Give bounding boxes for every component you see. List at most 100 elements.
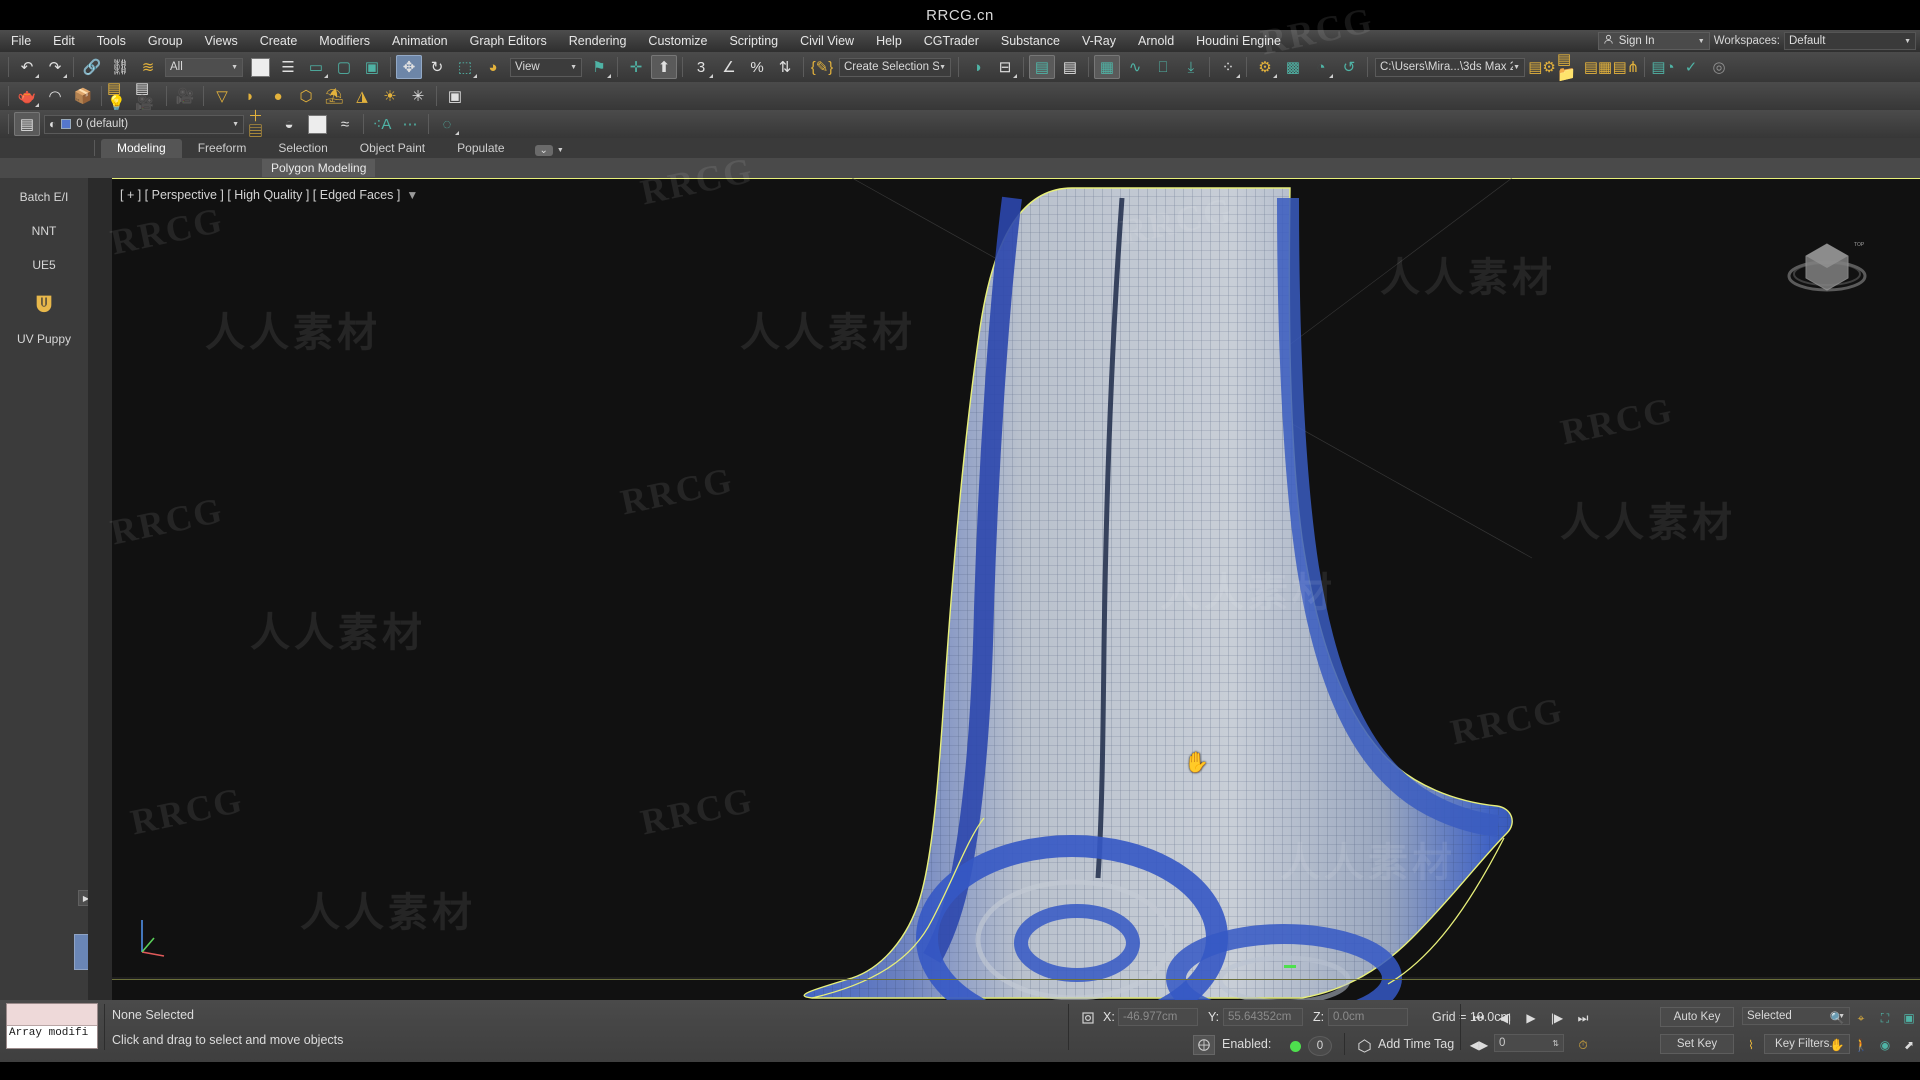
select-and-link-icon[interactable]: 🔗 [79, 55, 105, 79]
autodesk-app-store-icon[interactable]: ◎ [1706, 55, 1732, 79]
menu-item-rendering[interactable]: Rendering [558, 30, 638, 52]
rectangular-selection-region-icon[interactable]: ▭ [303, 55, 329, 79]
validate-scene-icon[interactable]: ✓ [1678, 55, 1704, 79]
ribbon-tab-object-paint[interactable]: Object Paint [344, 139, 441, 158]
zoom-all-icon[interactable]: ⌖ [1850, 1007, 1872, 1029]
prev-frame-icon[interactable]: ◀| [1494, 1007, 1516, 1029]
select-and-move-icon[interactable]: ✥ [396, 55, 422, 79]
key-filters-toggle-icon[interactable]: ⌇ [1740, 1034, 1762, 1056]
toggle-scene-explorer-icon[interactable]: ▤ [1029, 55, 1055, 79]
mushroom-light-icon[interactable]: ⛱ [321, 84, 347, 108]
chevron-down-icon[interactable]: ▼ [231, 64, 238, 71]
chevron-down-icon[interactable]: ▼ [1513, 64, 1520, 71]
particle-view-icon[interactable]: ⁘ [1215, 55, 1241, 79]
container-icon[interactable]: ▤▦ [1584, 55, 1612, 79]
script-listener-output[interactable] [7, 1004, 97, 1026]
select-object-icon[interactable] [247, 55, 273, 79]
filter-funnel-icon[interactable]: ▼ [406, 188, 418, 202]
toggle-layer-explorer-icon[interactable]: ▤ [1057, 55, 1083, 79]
layer-dropdown[interactable]: ◐ 0 (default) ▼ [44, 114, 244, 134]
zoom-icon[interactable]: 🔍 [1826, 1007, 1848, 1029]
menu-item-vray[interactable]: V-Ray [1071, 30, 1127, 52]
add-to-layer-icon[interactable]: ＋▤ [248, 109, 274, 139]
angle-snap-toggle-icon[interactable]: ∠ [716, 55, 742, 79]
menu-item-graph-editors[interactable]: Graph Editors [459, 30, 558, 52]
set-current-layer-icon[interactable]: ◒ [276, 112, 302, 136]
key-mode-toggle-icon[interactable]: ◀▶ [1468, 1034, 1490, 1056]
toggle-ribbon-icon[interactable]: ▦ [1094, 55, 1120, 79]
select-by-name-icon[interactable]: ☰ [275, 55, 301, 79]
coord-x-field[interactable]: -46.977cm [1118, 1008, 1198, 1026]
viewport-perspective[interactable]: [ + ] [ Perspective ] [ High Quality ] [… [112, 178, 1920, 1000]
menu-item-edit[interactable]: Edit [42, 30, 86, 52]
script-listener[interactable]: Array modifi [6, 1003, 98, 1049]
menu-item-cgtrader[interactable]: CGTrader [913, 30, 990, 52]
ribbon-tab-freeform[interactable]: Freeform [182, 139, 263, 158]
misc-tool-icon[interactable]: ▣ [442, 84, 468, 108]
crossing-selection-icon[interactable]: ▣ [359, 55, 385, 79]
menu-item-arnold[interactable]: Arnold [1127, 30, 1185, 52]
snapshot-icon[interactable]: ⋯ [397, 112, 423, 136]
hat-light-icon[interactable]: ◮ [349, 84, 375, 108]
snaps-toggle-icon[interactable]: 3 [688, 55, 714, 79]
sidebar-item-ue5[interactable]: UE5 [32, 258, 55, 272]
set-key-button[interactable]: Set Key [1660, 1034, 1734, 1054]
uv-puppy-icon[interactable] [33, 292, 55, 314]
open-container-folder-icon[interactable]: ▤📁 [1557, 52, 1583, 82]
menu-item-houdini-engine[interactable]: Houdini Engine [1185, 30, 1292, 52]
window-crossing-toggle-icon[interactable]: ▢ [331, 55, 357, 79]
menu-item-create[interactable]: Create [249, 30, 309, 52]
curve-editor-icon[interactable]: ∿ [1122, 55, 1148, 79]
array-icon[interactable]: ⁖A [369, 112, 395, 136]
camera-list-icon[interactable]: ▤🎥 [135, 81, 161, 111]
percent-snap-toggle-icon[interactable]: % [744, 55, 770, 79]
viewport-label[interactable]: [ + ] [ Perspective ] [ High Quality ] [… [120, 188, 418, 202]
menu-item-scripting[interactable]: Scripting [718, 30, 789, 52]
save-state-icon[interactable]: ▤⚙ [1528, 55, 1556, 79]
container-rules-icon[interactable]: ▤⋔ [1613, 55, 1640, 79]
chevron-down-icon[interactable]: ▼ [1904, 38, 1911, 45]
sidebar-item-uv-puppy[interactable]: UV Puppy [17, 332, 71, 346]
teapot-icon[interactable]: 🫖 [14, 84, 40, 108]
spacing-tool-icon[interactable]: ◌ [434, 112, 460, 136]
menu-item-customize[interactable]: Customize [637, 30, 718, 52]
named-selection-set-dropdown[interactable]: Create Selection Se ▼ [839, 57, 951, 77]
sun-icon[interactable]: ☀ [377, 84, 403, 108]
spinner-snap-toggle-icon[interactable]: ⇅ [772, 55, 798, 79]
ribbon-overflow-icon[interactable]: ⌄ [534, 145, 553, 156]
box-package-icon[interactable]: 📦 [70, 84, 96, 108]
zoom-region-icon[interactable]: ▣ [1898, 1007, 1920, 1029]
edit-named-selection-sets-icon[interactable]: {✎} [809, 55, 835, 79]
menu-item-help[interactable]: Help [865, 30, 913, 52]
isolate-count-badge[interactable]: 0 [1308, 1036, 1332, 1056]
spinner-icon[interactable]: ⇅ [1552, 1039, 1559, 1048]
arc-icon[interactable]: ◠ [42, 84, 68, 108]
ribbon-tab-populate[interactable]: Populate [441, 139, 520, 158]
project-path-dropdown[interactable]: C:\Users\Mira...\3ds Max 2024 ▼ [1375, 57, 1525, 77]
chevron-down-icon[interactable]: ▼ [570, 64, 577, 71]
dope-sheet-icon[interactable]: ⤓ [1178, 55, 1204, 79]
select-and-rotate-icon[interactable]: ↻ [424, 55, 450, 79]
select-and-manipulate-icon[interactable]: ✛ [623, 55, 649, 79]
chevron-down-icon[interactable]: ▼ [1698, 38, 1705, 45]
transform-lock-icon[interactable] [1078, 1009, 1098, 1027]
menu-item-views[interactable]: Views [194, 30, 249, 52]
walkthrough-icon[interactable]: 🚶 [1850, 1034, 1872, 1056]
schematic-view-icon[interactable]: ⎕ [1150, 55, 1176, 79]
rendered-frame-window-icon[interactable]: ▩ [1280, 55, 1306, 79]
ribbon-tab-modeling[interactable]: Modeling [101, 139, 182, 158]
script-listener-input[interactable]: Array modifi [7, 1025, 97, 1048]
camera-icon[interactable]: 🎥 [172, 84, 198, 108]
reference-coordinate-system-dropdown[interactable]: View ▼ [510, 57, 582, 77]
geosphere-icon[interactable]: ⬡ [293, 84, 319, 108]
render-iterative-icon[interactable]: ↺ [1336, 55, 1362, 79]
sphere-icon[interactable]: ● [265, 84, 291, 108]
menu-item-file[interactable]: File [0, 30, 42, 52]
current-frame-field[interactable]: 0 ⇅ [1494, 1034, 1564, 1052]
maximize-viewport-icon[interactable]: ⬈ [1898, 1034, 1920, 1056]
align-icon[interactable]: ⊟ [992, 55, 1018, 79]
chevron-down-icon[interactable]: ▼ [232, 121, 239, 128]
goto-end-icon[interactable]: ⏭ [1572, 1007, 1594, 1029]
isolate-selection-icon[interactable] [1193, 1035, 1215, 1055]
menu-item-animation[interactable]: Animation [381, 30, 459, 52]
